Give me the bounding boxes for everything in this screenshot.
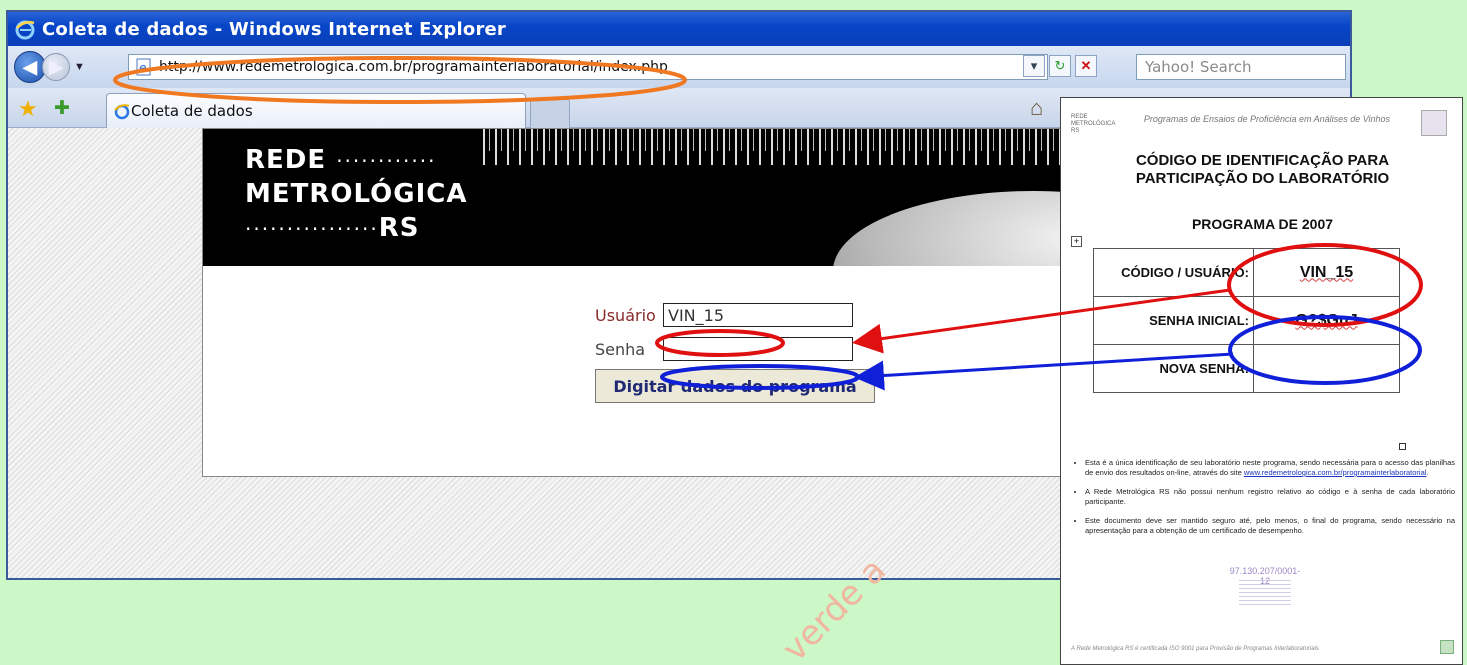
code-value: VIN_15 <box>1253 248 1400 297</box>
tab-label: Coleta de dados <box>131 102 253 120</box>
site-banner: REDE ············ METROLÓGICA ··········… <box>203 129 1081 266</box>
doc-title-line-1: CÓDIGO DE IDENTIFICAÇÃO PARA <box>1135 152 1390 169</box>
logo-dots-3: ················ <box>245 217 379 241</box>
table-move-handle-icon[interactable]: + <box>1071 236 1082 247</box>
login-form: Usuário VIN_15 Senha Digitar dados do pr… <box>595 301 875 403</box>
url-text: http://www.redemetrologica.com.br/progra… <box>159 59 668 75</box>
footer-logo-icon <box>1440 640 1454 654</box>
dropdown-icon[interactable]: ▾ <box>1023 55 1045 77</box>
logo-word-rs: RS <box>378 213 420 243</box>
user-label: Usuário <box>595 305 656 325</box>
doc-header-title: Programas de Ensaios de Proficiência em … <box>1143 114 1391 124</box>
dome-graphic <box>833 191 1081 266</box>
list-item: Este documento deve ser mantido seguro a… <box>1085 516 1455 536</box>
credentials-table: CÓDIGO / USUÁRIO: VIN_15 SENHA INICIAL: … <box>1093 248 1400 393</box>
window-title: Coleta de dados - Windows Internet Explo… <box>42 18 507 40</box>
page-icon: e <box>136 58 151 76</box>
site-link[interactable]: www.redemetrologica.com.br/programainter… <box>1244 468 1427 477</box>
table-row: NOVA SENHA: <box>1093 344 1400 393</box>
web-page: REDE ············ METROLÓGICA ··········… <box>202 128 1082 477</box>
logo-dots-1: ············ <box>336 149 437 173</box>
title-bar: Coleta de dados - Windows Internet Explo… <box>8 12 1350 46</box>
user-row: Usuário VIN_15 <box>595 301 875 329</box>
forward-button[interactable]: ▶ <box>42 53 70 81</box>
logo-line-2: METROLÓGICA <box>245 179 468 209</box>
initial-password-value: G?$GuJ <box>1253 296 1400 345</box>
history-dropdown-icon[interactable]: ▼ <box>74 61 85 73</box>
favorites-star-icon[interactable]: ★ <box>18 96 38 122</box>
password-input[interactable] <box>663 337 853 361</box>
search-input[interactable]: Yahoo! Search <box>1136 54 1346 80</box>
initial-password-text: G?$GuJ <box>1295 311 1358 329</box>
stamp: 97.130.207/0001-12 <box>1225 566 1305 614</box>
doc-header: REDE METROLÓGICA RS Programas de Ensaios… <box>1071 110 1451 140</box>
list-item: A Rede Metrológica RS não possui nenhum … <box>1085 487 1455 507</box>
new-password-value <box>1253 344 1400 393</box>
doc-title: CÓDIGO DE IDENTIFICAÇÃO PARA PARTICIPAÇÃ… <box>1061 152 1464 188</box>
code-text: VIN_15 <box>1299 263 1354 281</box>
stamp-lines <box>1239 580 1291 606</box>
password-label: Senha <box>595 339 646 359</box>
table-row: SENHA INICIAL: G?$GuJ <box>1093 296 1400 345</box>
ruler-ticks <box>483 129 1081 151</box>
user-input[interactable]: VIN_15 <box>663 303 853 327</box>
home-icon[interactable]: ⌂ <box>1030 95 1043 121</box>
new-password-label: NOVA SENHA: <box>1093 344 1254 393</box>
table-row: CÓDIGO / USUÁRIO: VIN_15 <box>1093 248 1400 297</box>
doc-bullets: Esta é a única identificação de seu labo… <box>1073 458 1455 545</box>
doc-org: REDE METROLÓGICA RS <box>1071 114 1116 134</box>
list-item: Esta é a única identificação de seu labo… <box>1085 458 1455 478</box>
code-label: CÓDIGO / USUÁRIO: <box>1093 248 1254 297</box>
ie-logo-icon <box>15 20 35 40</box>
logo-word-rede: REDE <box>245 145 327 175</box>
logo-line-3: ················RS <box>245 213 419 243</box>
search-placeholder: Yahoo! Search <box>1145 58 1252 76</box>
address-buttons: ▾ ↻ ✕ <box>1023 55 1097 77</box>
doc-footer: A Rede Metrológica RS é certificada ISO … <box>1071 646 1319 652</box>
ie-page-icon <box>114 104 130 120</box>
password-row: Senha <box>595 335 875 363</box>
stop-icon[interactable]: ✕ <box>1075 55 1097 77</box>
table-resize-handle[interactable] <box>1399 443 1406 450</box>
doc-seal-icon <box>1421 110 1447 136</box>
add-favorite-icon[interactable]: ✚ <box>54 97 70 120</box>
svg-text:e: e <box>139 61 146 75</box>
initial-password-label: SENHA INICIAL: <box>1093 296 1254 345</box>
logo-line-1: REDE ············ <box>245 145 436 175</box>
address-bar: ◀ ▶ ▼ e http://www.redemetrologica.com.b… <box>8 46 1350 88</box>
submit-button[interactable]: Digitar dados do programa <box>595 369 875 403</box>
document-overlay: REDE METROLÓGICA RS Programas de Ensaios… <box>1060 97 1463 665</box>
url-field[interactable]: e http://www.redemetrologica.com.br/prog… <box>128 54 1048 80</box>
refresh-icon[interactable]: ↻ <box>1049 55 1071 77</box>
tab-coleta-de-dados[interactable]: Coleta de dados <box>106 93 526 128</box>
doc-title-line-2: PARTICIPAÇÃO DO LABORATÓRIO <box>1135 170 1390 187</box>
new-tab-button[interactable] <box>530 99 570 128</box>
doc-program: PROGRAMA DE 2007 <box>1191 216 1334 232</box>
